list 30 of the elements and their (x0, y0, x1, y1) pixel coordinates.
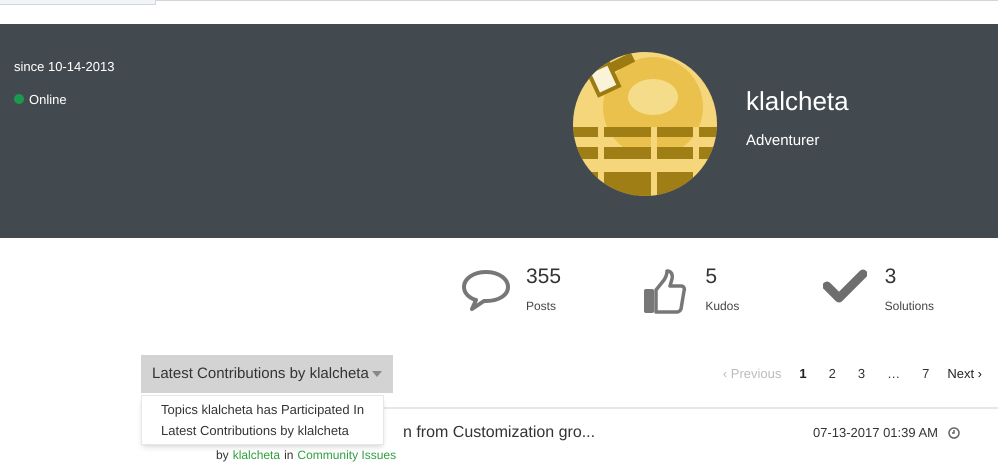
speech-bubble-icon (461, 269, 511, 311)
page-link[interactable]: 1 (789, 364, 817, 384)
contributions-dropdown[interactable]: Latest Contributions by klalcheta (141, 355, 393, 393)
checkmark-icon (822, 269, 867, 303)
thumbs-up-icon (643, 269, 688, 315)
post-title[interactable]: n from Customization gro... (403, 421, 596, 445)
post-byline: in (284, 449, 294, 461)
page-link[interactable]: 3 (848, 364, 876, 384)
stat-value: 355 (526, 264, 562, 290)
dropdown-option[interactable]: Topics klalcheta has Participated In (142, 399, 384, 420)
author-link[interactable]: klalcheta (232, 449, 280, 461)
stat-label: Solutions (884, 298, 934, 316)
next-page-link[interactable]: Next › (941, 364, 988, 384)
stat-value: 5 (705, 264, 718, 290)
status-label: Online (29, 90, 67, 108)
username: klalcheta (746, 88, 849, 114)
dropdown-option[interactable]: Latest Contributions by klalcheta (142, 420, 384, 441)
stat-value: 3 (884, 264, 898, 290)
stat-label: Posts (526, 298, 558, 316)
member-since: since 10-14-2013 (14, 58, 116, 76)
clock-icon (948, 427, 960, 439)
user-rank: Adventurer (746, 131, 820, 151)
post-byline: by (216, 449, 229, 461)
post-date: 07-13-2017 01:39 AM (812, 424, 938, 442)
caret-icon (372, 371, 382, 377)
board-link[interactable]: Community Issues (297, 449, 396, 461)
page-link[interactable]: 2 (818, 364, 846, 384)
page-link[interactable]: … (877, 364, 910, 384)
page-link[interactable]: 7 (912, 364, 940, 384)
stat-label: Kudos (705, 298, 740, 316)
